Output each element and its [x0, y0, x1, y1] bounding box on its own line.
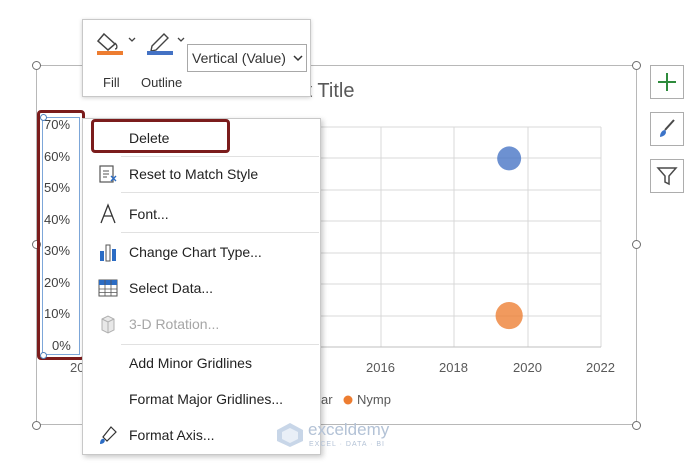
legend-entry: Nymp: [357, 392, 391, 407]
chart-elements-button[interactable]: [650, 65, 684, 99]
bubble-series-1[interactable]: [497, 146, 522, 171]
axis-handle[interactable]: [40, 352, 47, 359]
menu-item-label: Select Data...: [129, 280, 214, 296]
legend-entry-partial: ar: [321, 392, 333, 407]
menu-item-reset-style[interactable]: Reset to Match Style: [83, 157, 320, 191]
watermark-tagline: EXCEL · DATA · BI: [309, 441, 385, 448]
chart-type-icon: [100, 244, 116, 262]
menu-item-font[interactable]: Font...: [83, 197, 320, 231]
fill-label: Fill: [103, 75, 120, 90]
menu-separator: [121, 232, 319, 233]
bubble-series-2[interactable]: [495, 301, 523, 330]
reset-style-icon: [99, 165, 117, 183]
menu-separator: [121, 344, 319, 345]
cube-icon: [101, 315, 115, 334]
x-tick-label: 2018: [439, 360, 468, 375]
x-tick-label: 2016: [366, 360, 395, 375]
menu-separator: [121, 192, 319, 193]
select-data-icon: [98, 279, 118, 297]
menu-item-format-major-gridlines[interactable]: Format Major Gridlines...: [83, 382, 320, 416]
menu-item-label: Format Major Gridlines...: [129, 391, 284, 407]
watermark-name: exceldemy: [308, 420, 390, 439]
outline-label: Outline: [141, 75, 183, 90]
context-menu: Delete Reset to Match Style Font... Chan…: [82, 118, 321, 455]
format-axis-icon: [100, 426, 117, 444]
paint-bucket-icon: [96, 32, 136, 55]
legend-marker-icon: [343, 395, 353, 405]
outline-button[interactable]: Outline: [139, 28, 185, 92]
chart-styles-button[interactable]: [650, 112, 684, 146]
exceldemy-logo-icon: [277, 423, 303, 447]
menu-item-add-minor-gridlines[interactable]: Add Minor Gridlines: [83, 346, 320, 380]
menu-item-label: Add Minor Gridlines: [129, 355, 252, 371]
menu-item-select-data[interactable]: Select Data...: [83, 271, 320, 305]
filter-icon: [656, 167, 678, 186]
menu-item-change-chart-type[interactable]: Change Chart Type...: [83, 235, 320, 269]
brush-icon: [660, 119, 675, 137]
menu-item-label: Change Chart Type...: [129, 244, 262, 260]
axis-handle[interactable]: [40, 114, 47, 121]
menu-item-label: Format Axis...: [129, 427, 215, 443]
format-mini-toolbar: Fill Outline Vertical (Value): [82, 19, 311, 97]
plus-icon: [658, 73, 676, 91]
chart-filters-button[interactable]: [650, 159, 684, 193]
menu-item-label: 3-D Rotation...: [129, 316, 220, 332]
menu-item-3d-rotation: 3-D Rotation...: [83, 307, 320, 341]
font-icon: [100, 203, 116, 224]
menu-item-label: Reset to Match Style: [129, 166, 259, 182]
gridlines: [320, 126, 602, 347]
vertical-axis-bounds: [42, 117, 80, 355]
chart-element-dropdown-value: Vertical (Value): [192, 50, 286, 66]
chevron-down-icon: [293, 55, 303, 62]
menu-item-label: Font...: [129, 206, 169, 222]
delete-highlight-box: [91, 119, 230, 153]
fill-button[interactable]: Fill: [93, 28, 137, 92]
x-tick-label: 2022: [586, 360, 615, 375]
chart-element-dropdown[interactable]: Vertical (Value): [187, 44, 307, 72]
pen-outline-icon: [147, 33, 185, 55]
x-tick-label: 2020: [513, 360, 542, 375]
